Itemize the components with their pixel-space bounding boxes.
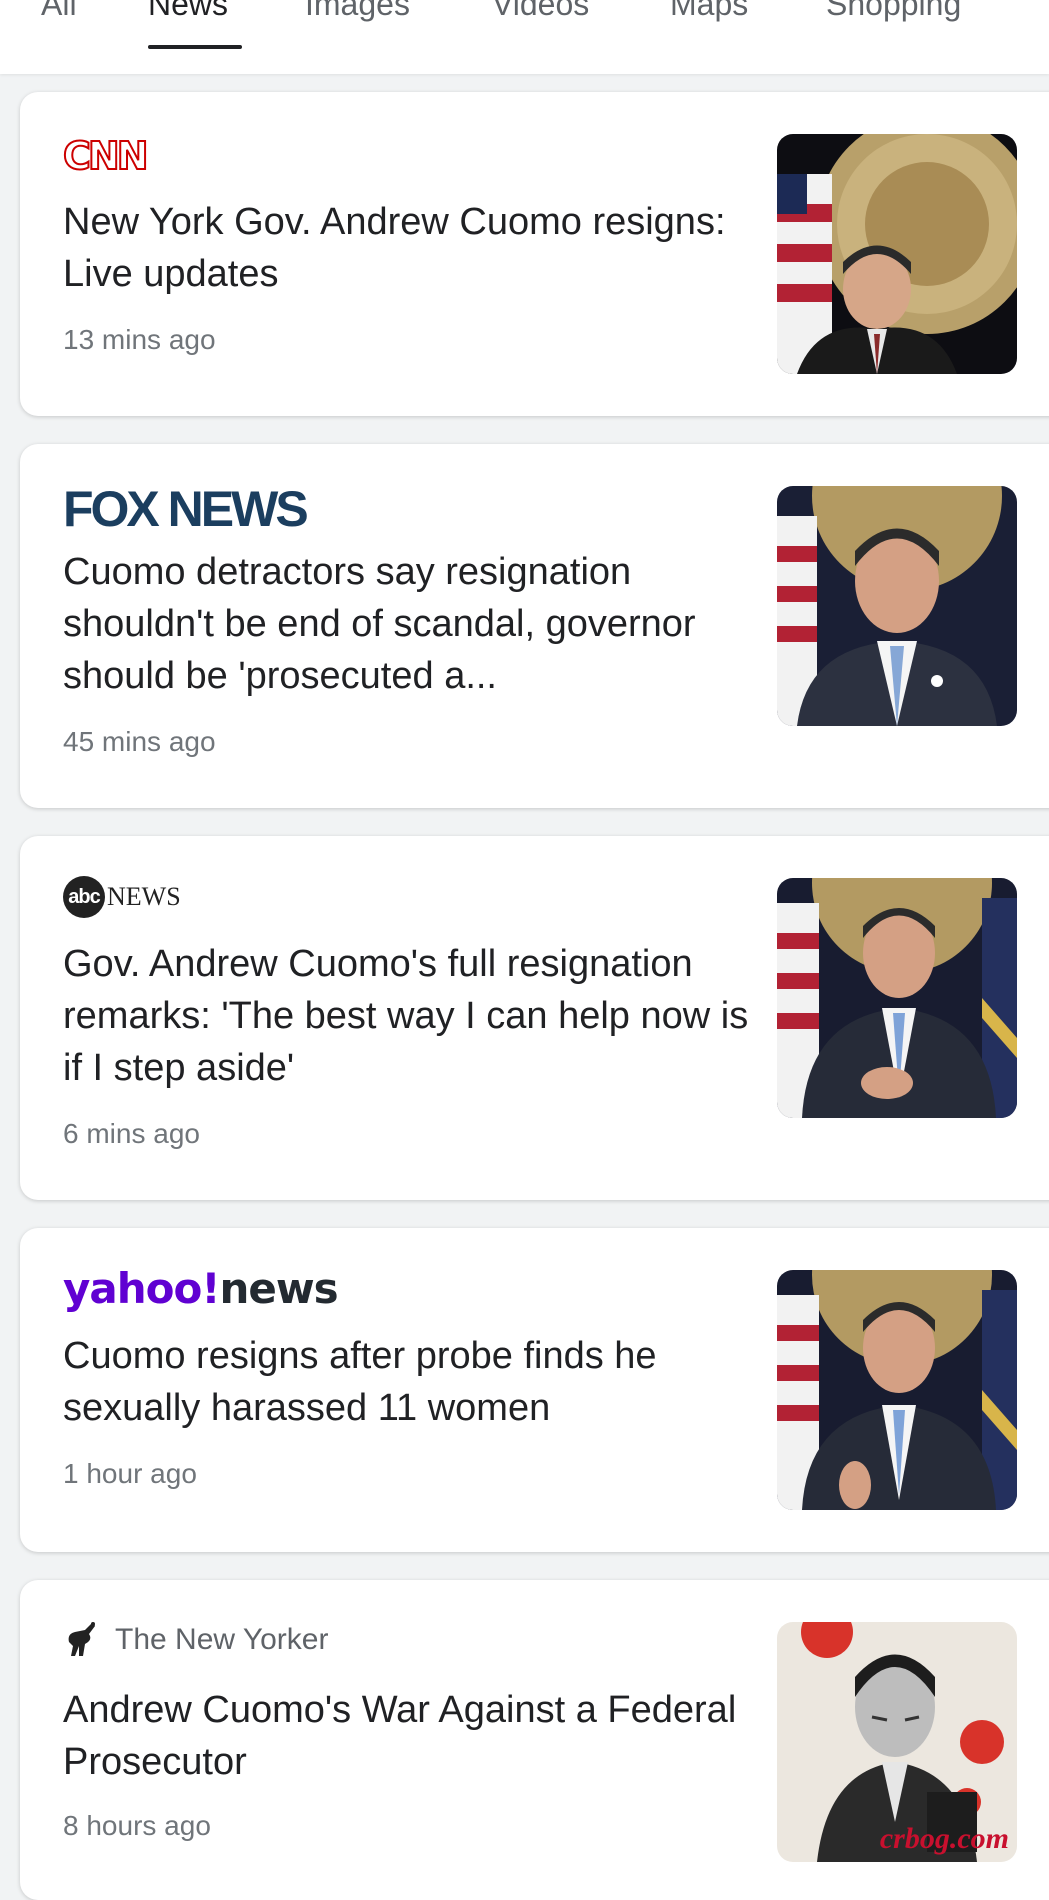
thumbnail-watermark: crbog.com (879, 1822, 1009, 1855)
fox-news-logo: FOX NEWS (63, 481, 309, 537)
tab-all[interactable]: All (41, 0, 77, 23)
news-card[interactable]: The New Yorker Andrew Cuomo's War Agains… (20, 1580, 1049, 1900)
source-logo: FOX NEWS (63, 480, 309, 538)
abc-news-label: NEWS (107, 882, 181, 911)
active-tab-indicator (148, 45, 242, 49)
news-time: 6 mins ago (63, 1118, 200, 1149)
news-headline[interactable]: Cuomo detractors say resignation shouldn… (63, 546, 753, 702)
source-logo: yahoo!news (63, 1264, 339, 1313)
source-logo: abc NEWS (63, 876, 181, 918)
news-thumbnail[interactable] (777, 1270, 1017, 1510)
news-thumbnail[interactable] (777, 878, 1017, 1118)
news-time: 1 hour ago (63, 1458, 197, 1489)
news-time: 45 mins ago (63, 726, 216, 757)
news-thumbnail[interactable] (777, 486, 1017, 726)
cuomo-speaking-photo-icon (777, 878, 1017, 1118)
source-logo: The New Yorker (63, 1620, 328, 1660)
new-yorker-icon (68, 1622, 95, 1656)
news-thumbnail[interactable]: crbog.com (777, 1622, 1017, 1862)
yahoo-news-label: news (219, 1264, 338, 1313)
tab-maps[interactable]: Maps (670, 0, 748, 23)
cnn-logo: CNN (62, 133, 149, 179)
tab-videos[interactable]: Videos (492, 0, 589, 23)
abc-logo: abc (63, 876, 105, 918)
yahoo-logo: yahoo! (63, 1264, 220, 1313)
news-thumbnail[interactable] (777, 134, 1017, 374)
cuomo-gesture-photo-icon (777, 1270, 1017, 1510)
news-card[interactable]: FOX NEWS Cuomo detractors say resignatio… (20, 444, 1049, 808)
news-time: 13 mins ago (63, 324, 216, 355)
tab-images[interactable]: Images (305, 0, 410, 23)
news-headline[interactable]: Andrew Cuomo's War Against a Federal Pro… (63, 1684, 753, 1788)
cuomo-seal-photo-icon (777, 134, 1017, 374)
news-card[interactable]: abc NEWS Gov. Andrew Cuomo's full resign… (20, 836, 1049, 1200)
new-yorker-label: The New Yorker (115, 1623, 329, 1656)
news-headline[interactable]: New York Gov. Andrew Cuomo resigns: Live… (63, 196, 753, 300)
news-time: 8 hours ago (63, 1810, 211, 1841)
tab-shopping[interactable]: Shopping (826, 0, 961, 23)
news-headline[interactable]: Gov. Andrew Cuomo's full resignation rem… (63, 938, 753, 1094)
cuomo-portrait-photo-icon (777, 486, 1017, 726)
source-logo: CNN (62, 133, 149, 179)
news-headline[interactable]: Cuomo resigns after probe finds he sexua… (63, 1330, 753, 1434)
tab-news[interactable]: News (148, 0, 228, 23)
news-card[interactable]: CNN New York Gov. Andrew Cuomo resigns: … (20, 92, 1049, 416)
search-tabs: All News Images Videos Maps Shopping (0, 0, 1049, 74)
news-card[interactable]: yahoo!news Cuomo resigns after probe fin… (20, 1228, 1049, 1552)
